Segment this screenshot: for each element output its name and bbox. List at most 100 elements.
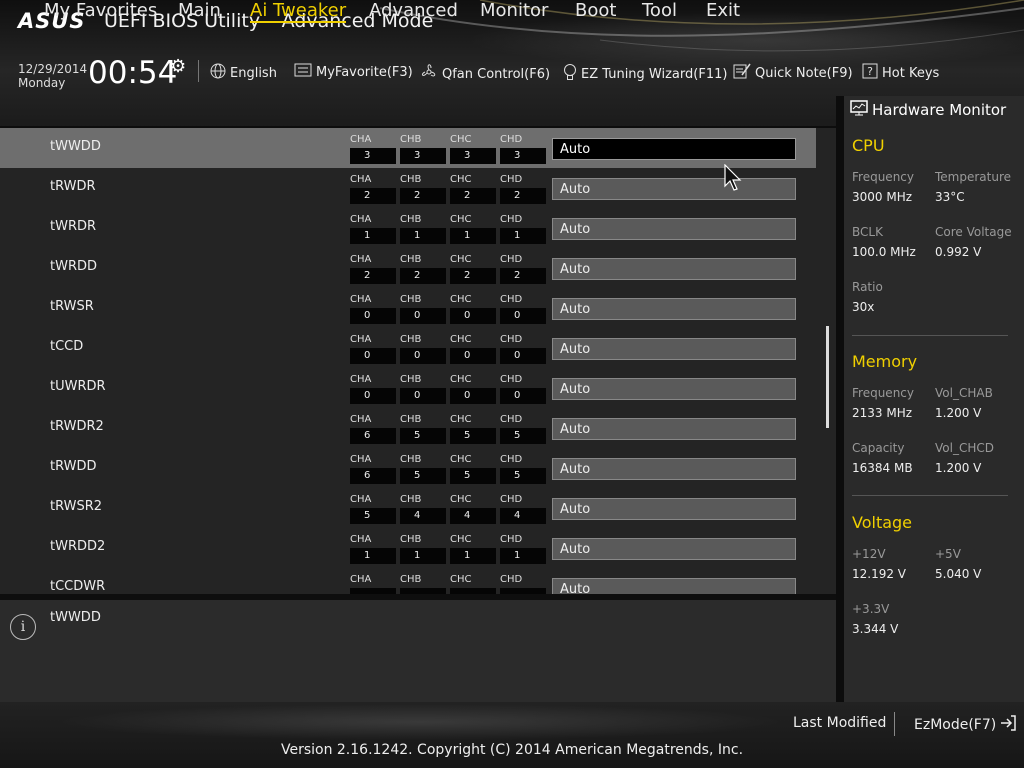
channel-1-cell: CHB 1: [400, 213, 446, 244]
channel-1-cell: CHB 2: [400, 173, 446, 204]
channel-name: CHC: [450, 574, 472, 585]
cpu-memory-separator: [852, 335, 1008, 336]
gear-icon[interactable]: ⚙: [170, 56, 186, 77]
setting-row-twrdd[interactable]: tWRDD CHA 2 CHB 2 CHC 2 CHD 2 Auto: [0, 248, 816, 288]
tab-monitor[interactable]: Monitor: [480, 0, 548, 21]
v33-label: +3.3V: [852, 602, 890, 616]
help-text: tWWDD: [50, 610, 101, 625]
channel-value: 2: [450, 188, 496, 204]
channel-value: 0: [450, 308, 496, 324]
setting-value-field[interactable]: Auto: [552, 258, 796, 280]
date-display: 12/29/2014 Monday: [18, 62, 87, 90]
channel-name: CHA: [350, 454, 372, 465]
myfavorite-button[interactable]: MyFavorite(F3): [294, 63, 413, 81]
ezmode-button[interactable]: EzMode(F7): [914, 715, 1017, 735]
quick-note-button[interactable]: Quick Note(F9): [733, 63, 853, 83]
channel-name: CHB: [400, 574, 422, 585]
channel-value: 0: [400, 308, 446, 324]
setting-row-twwdd[interactable]: tWWDD CHA 3 CHB 3 CHC 3 CHD 3 Auto: [0, 128, 816, 168]
setting-row-trwdr2[interactable]: tRWDR2 CHA 6 CHB 5 CHC 5 CHD 5 Auto: [0, 408, 816, 448]
channel-2-cell: CHC 4: [450, 493, 496, 524]
channel-name: CHD: [500, 334, 523, 345]
setting-value-field[interactable]: Auto: [552, 178, 796, 200]
setting-row-tuwrdr[interactable]: tUWRDR CHA 0 CHB 0 CHC 0 CHD 0 Auto: [0, 368, 816, 408]
setting-row-trwsr[interactable]: tRWSR CHA 0 CHB 0 CHC 0 CHD 0 Auto: [0, 288, 816, 328]
setting-value-field[interactable]: Auto: [552, 578, 796, 594]
setting-row-trwdd[interactable]: tRWDD CHA 6 CHB 5 CHC 5 CHD 5 Auto: [0, 448, 816, 488]
ez-tuning-wizard-button[interactable]: EZ Tuning Wizard(F11): [563, 63, 727, 85]
channel-0-cell: CHA 0: [350, 293, 396, 324]
capacity-value: 16384 MB: [852, 461, 913, 475]
channel-0-cell: CHA 6: [350, 453, 396, 484]
tab-ai-tweaker[interactable]: Ai Tweaker: [250, 0, 347, 23]
setting-value-field[interactable]: Auto: [552, 378, 796, 400]
setting-row-tccd[interactable]: tCCD CHA 0 CHB 0 CHC 0 CHD 0 Auto: [0, 328, 816, 368]
core-voltage-label: Core Voltage: [935, 225, 1012, 239]
setting-value-field[interactable]: Auto: [552, 538, 796, 560]
vol-chab-label: Vol_CHAB: [935, 386, 993, 400]
setting-value-field[interactable]: Auto: [552, 458, 796, 480]
channel-value: 1: [450, 228, 496, 244]
core-voltage-value: 0.992 V: [935, 245, 982, 259]
channel-2-cell: CHC 5: [450, 453, 496, 484]
qfan-control-button[interactable]: Qfan Control(F6): [420, 63, 550, 85]
channel-name: CHD: [500, 214, 523, 225]
setting-row-trwdr[interactable]: tRWDR CHA 2 CHB 2 CHC 2 CHD 2 Auto: [0, 168, 816, 208]
tab-main[interactable]: Main: [178, 0, 221, 21]
tab-my-favorites[interactable]: My Favorites: [44, 0, 157, 21]
channel-name: CHB: [400, 134, 422, 145]
channel-value: 2: [500, 268, 546, 284]
setting-label: tWRDR: [50, 219, 97, 234]
channel-2-cell: CHC 2: [450, 173, 496, 204]
channel-value: 5: [450, 468, 496, 484]
setting-row-twrdr[interactable]: tWRDR CHA 1 CHB 1 CHC 1 CHD 1 Auto: [0, 208, 816, 248]
setting-label: tCCD: [50, 339, 84, 354]
setting-row-trwsr2[interactable]: tRWSR2 CHA 5 CHB 4 CHC 4 CHD 4 Auto: [0, 488, 816, 528]
channel-value: 2: [400, 188, 446, 204]
channel-name: CHB: [400, 214, 422, 225]
setting-value-field[interactable]: Auto: [552, 218, 796, 240]
setting-value-field[interactable]: Auto: [552, 418, 796, 440]
last-modified-button[interactable]: Last Modified: [793, 715, 886, 731]
tab-boot[interactable]: Boot: [575, 0, 616, 21]
channel-value: 0: [350, 348, 396, 364]
setting-label: tRWDD: [50, 459, 97, 474]
channel-value: 4: [400, 508, 446, 524]
info-icon: i: [10, 614, 36, 640]
setting-value-field[interactable]: Auto: [552, 498, 796, 520]
channel-3-cell: CHD 4: [500, 493, 546, 524]
channel-name: CHB: [400, 374, 422, 385]
scrollbar-thumb[interactable]: [826, 326, 829, 428]
channel-name: CHA: [350, 174, 372, 185]
channel-0-cell: CHA 5: [350, 493, 396, 524]
channel-value: 6: [350, 428, 396, 444]
bclk-value: 100.0 MHz: [852, 245, 916, 259]
channel-value: 0: [400, 348, 446, 364]
channel-name: CHC: [450, 414, 472, 425]
channel-name: CHA: [350, 494, 372, 505]
hot-keys-button[interactable]: ? Hot Keys: [862, 63, 939, 83]
language-button[interactable]: English: [210, 63, 277, 83]
setting-label: tCCDWR: [50, 579, 106, 594]
footer-separator: [894, 712, 895, 736]
channel-3-cell: CHD 2: [500, 173, 546, 204]
setting-row-twrdd2[interactable]: tWRDD2 CHA 1 CHB 1 CHC 1 CHD 1 Auto: [0, 528, 816, 568]
channel-name: CHC: [450, 454, 472, 465]
channel-name: CHB: [400, 294, 422, 305]
tab-advanced[interactable]: Advanced: [369, 0, 458, 21]
setting-value-field[interactable]: Auto: [552, 298, 796, 320]
channel-name: CHC: [450, 134, 472, 145]
setting-row-tccdwr[interactable]: tCCDWR CHA CHB CHC CHD Auto: [0, 568, 816, 594]
tab-exit[interactable]: Exit: [706, 0, 740, 21]
date-text: 12/29/2014: [18, 62, 88, 76]
fan-icon: [420, 63, 438, 85]
channel-0-cell: CHA 0: [350, 373, 396, 404]
settings-list[interactable]: tWWDD CHA 3 CHB 3 CHC 3 CHD 3 Auto tRWDR CHA 2 CHB 2 CH…: [0, 128, 836, 594]
channel-name: CHD: [500, 534, 523, 545]
channel-name: CHD: [500, 494, 523, 505]
setting-value-field[interactable]: Auto: [552, 338, 796, 360]
channel-value: 5: [450, 428, 496, 444]
channel-3-cell: CHD 1: [500, 213, 546, 244]
tab-tool[interactable]: Tool: [642, 0, 677, 21]
setting-value-field[interactable]: Auto: [552, 138, 796, 160]
